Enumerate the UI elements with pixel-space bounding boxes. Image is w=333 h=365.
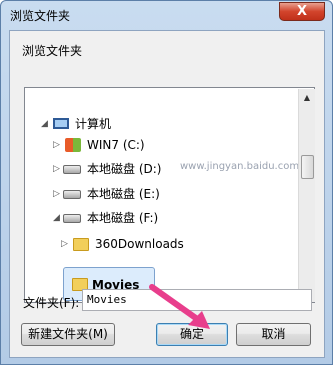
- windows-drive-icon: [65, 138, 81, 152]
- drive-icon: [63, 214, 81, 223]
- expand-arrow-icon[interactable]: ◢: [41, 114, 51, 134]
- dialog-client-area: 浏览文件夹 ◢ 计算机 ▷ WIN7 (C:) ▷ 本地磁盘 (D:) ▷ 本地…: [9, 30, 325, 358]
- close-button[interactable]: X: [279, 2, 325, 21]
- collapse-arrow-icon[interactable]: ▷: [61, 234, 71, 254]
- folder-icon: [73, 238, 89, 251]
- collapse-arrow-icon[interactable]: ▷: [53, 135, 63, 155]
- cancel-button[interactable]: 取消: [236, 323, 311, 346]
- tree-item-label: 本地磁盘 (D:): [87, 162, 162, 176]
- scroll-thumb[interactable]: [301, 155, 314, 179]
- window-title: 浏览文件夹: [10, 9, 71, 23]
- drive-icon: [63, 190, 81, 199]
- folder-tree[interactable]: ◢ 计算机 ▷ WIN7 (C:) ▷ 本地磁盘 (D:) ▷ 本地磁盘 (E:…: [24, 87, 315, 303]
- title-bar[interactable]: 浏览文件夹 X: [1, 1, 332, 28]
- collapse-arrow-icon[interactable]: ▷: [53, 159, 63, 179]
- browse-folder-dialog: 浏览文件夹 X 浏览文件夹 ◢ 计算机 ▷ WIN7 (C:) ▷ 本地磁盘 (…: [0, 0, 333, 365]
- expand-arrow-icon[interactable]: ◢: [53, 208, 63, 228]
- pointer-arrow-icon: [149, 284, 210, 329]
- new-folder-button[interactable]: 新建文件夹(M): [21, 323, 115, 346]
- watermark: www.jingyan.baidu.com: [180, 161, 300, 172]
- tree-item-label: 计算机: [75, 117, 112, 131]
- computer-icon: [53, 118, 69, 129]
- drive-icon: [63, 165, 81, 174]
- tree-item-label: WIN7 (C:): [87, 138, 145, 152]
- vertical-scrollbar[interactable]: ▲ ▼: [298, 89, 315, 302]
- collapse-arrow-icon[interactable]: ▷: [53, 184, 63, 204]
- tree-item-label: 360Downloads: [95, 237, 184, 251]
- tree-item-label: 本地磁盘 (F:): [87, 211, 159, 225]
- scroll-up-icon[interactable]: ▲: [299, 89, 315, 106]
- folder-field-label: 文件夹(F):: [23, 296, 80, 310]
- dialog-prompt: 浏览文件夹: [22, 44, 83, 58]
- tree-item-label: 本地磁盘 (E:): [87, 187, 160, 201]
